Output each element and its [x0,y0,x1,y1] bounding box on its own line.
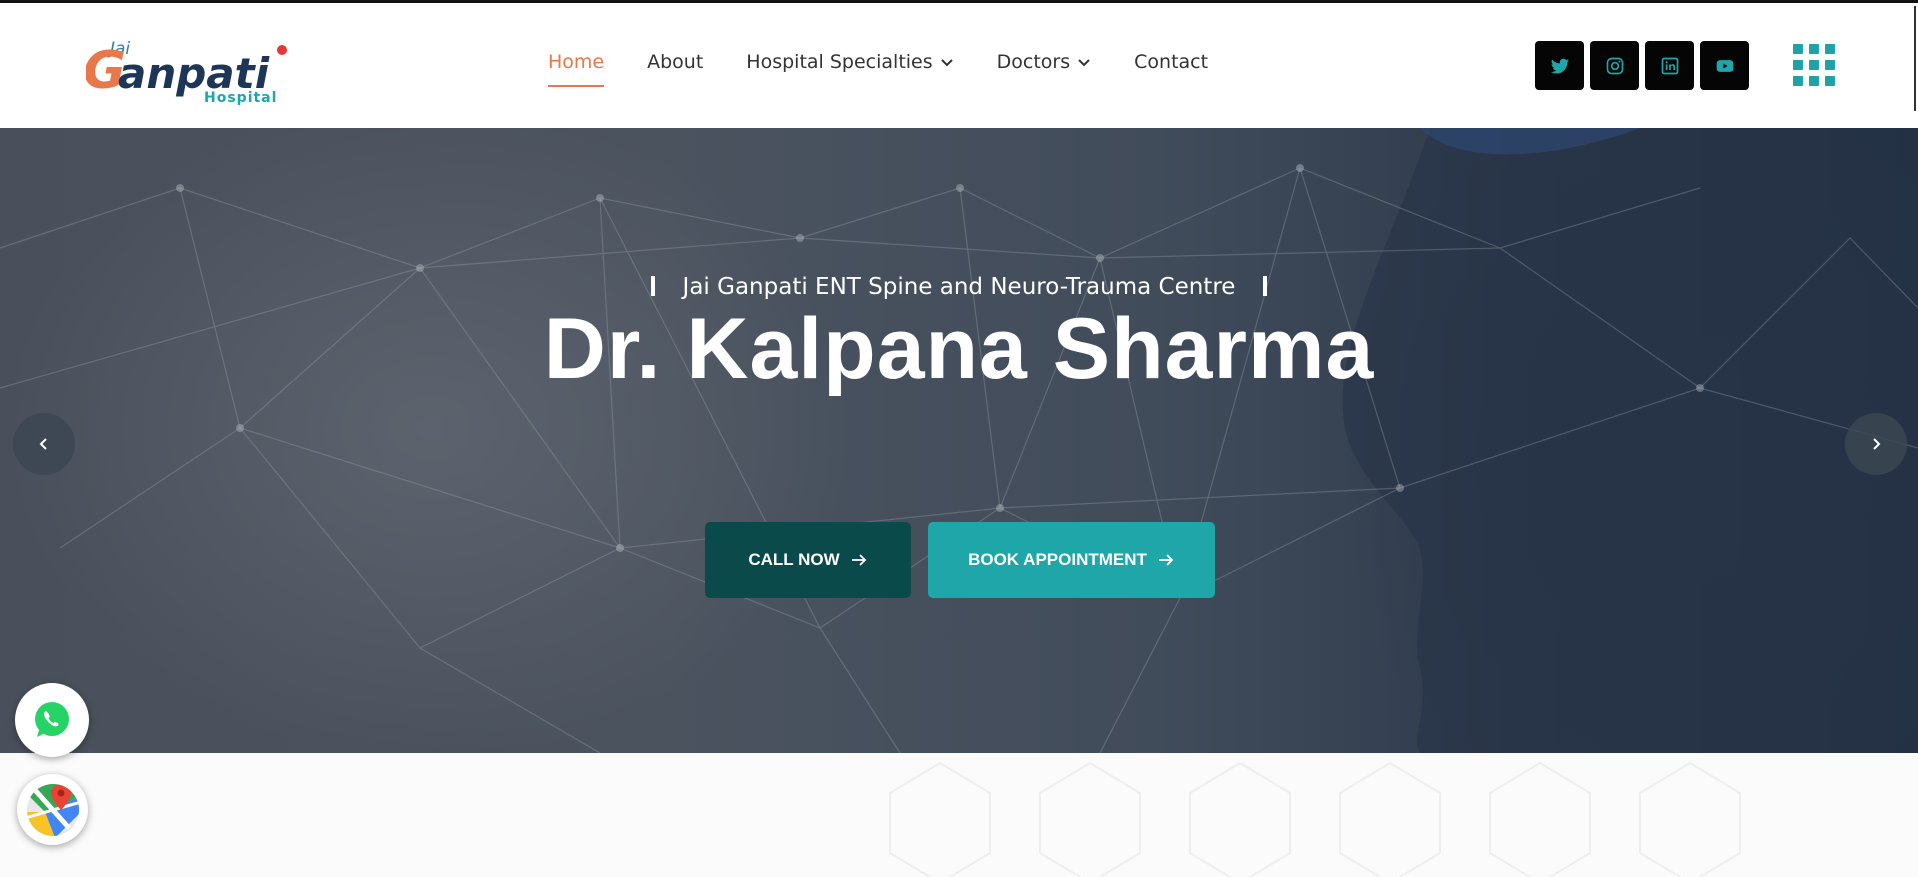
instagram-icon [1606,57,1623,74]
scrollbar[interactable] [1914,6,1916,111]
youtube-icon [1716,59,1733,72]
nav-about[interactable]: About [647,51,703,73]
hero-subtitle: Jai Ganpati ENT Spine and Neuro-Trauma C… [0,274,1918,300]
nav-home-label: Home [548,51,605,73]
call-now-label: CALL NOW [748,550,840,569]
nav-doctors-label: Doctors [996,51,1071,73]
chevron-right-icon [1873,438,1881,450]
grid-menu-icon[interactable] [1793,44,1835,86]
arrow-right-icon [851,554,866,566]
hero-subtitle-text: Jai Ganpati ENT Spine and Neuro-Trauma C… [682,274,1236,300]
call-now-button[interactable]: CALL NOW [705,522,911,598]
subtitle-bar-left [650,276,655,296]
youtube-link[interactable] [1700,41,1749,90]
main-nav: Home About Hospital Specialties Doctors … [548,51,1251,87]
subtitle-bar-right [1263,276,1268,296]
book-appointment-label: BOOK APPOINTMENT [968,550,1147,569]
linkedin-icon [1661,57,1678,74]
logo-graphic: Jai G anpati Hospital [83,39,287,106]
book-appointment-button[interactable]: BOOK APPOINTMENT [928,522,1215,598]
hero-background-image [0,128,1918,753]
hexagon-pattern [889,761,1741,877]
slider-next-button[interactable] [1845,413,1907,475]
logo[interactable]: Jai G anpati Hospital [83,30,301,110]
hero-slider: Jai Ganpati ENT Spine and Neuro-Trauma C… [0,128,1918,753]
google-maps-icon [26,783,79,836]
whatsapp-button[interactable] [15,683,89,757]
nav-about-label: About [647,51,704,73]
whatsapp-icon [35,702,69,737]
site-header: Jai G anpati Hospital Home About Hospita… [0,3,1918,128]
google-maps-button[interactable] [17,774,88,845]
social-links [1535,41,1749,90]
twitter-icon [1550,58,1569,74]
chevron-down-icon [940,59,953,67]
nav-doctors[interactable]: Doctors [997,51,1092,73]
nav-hospital-specialties[interactable]: Hospital Specialties [746,51,953,73]
nav-contact-label: Contact [1134,51,1209,73]
chevron-down-icon [1078,59,1090,67]
hero-title: Dr. Kalpana Sharma [543,301,1375,397]
logo-sub: Hospital [204,90,277,106]
instagram-link[interactable] [1590,41,1639,90]
twitter-link[interactable] [1535,41,1584,90]
nav-home[interactable]: Home [548,51,605,87]
chevron-left-icon [39,438,47,450]
arrow-right-icon [1158,554,1174,566]
linkedin-link[interactable] [1645,41,1694,90]
next-section [0,753,1918,877]
nav-contact[interactable]: Contact [1134,51,1208,73]
nav-specialties-label: Hospital Specialties [746,51,933,73]
slider-prev-button[interactable] [13,413,75,475]
